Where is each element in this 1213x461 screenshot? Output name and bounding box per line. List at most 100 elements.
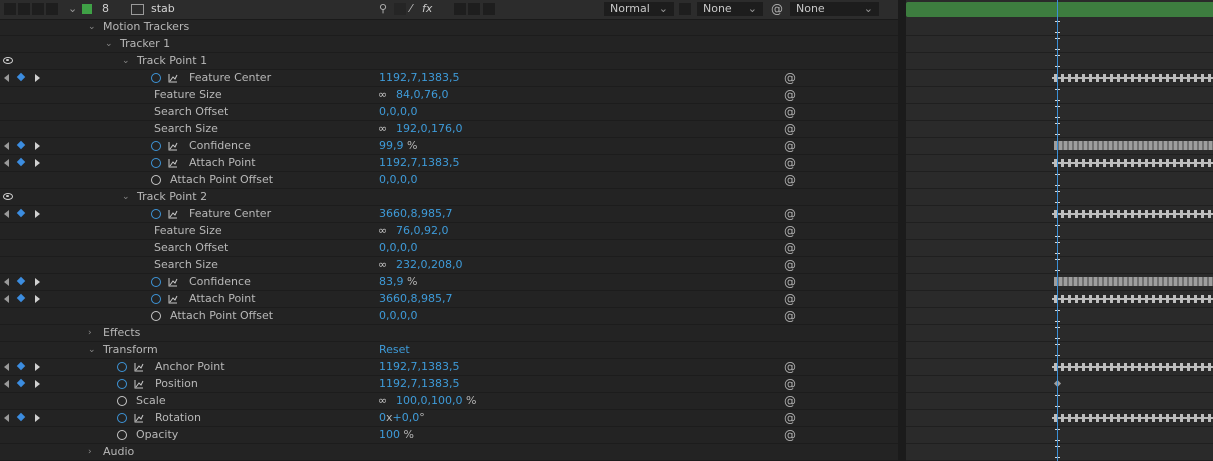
group-row[interactable]: ⌄ Tracker 1 xyxy=(0,36,898,53)
next-keyframe-icon[interactable] xyxy=(35,380,40,388)
switch-box[interactable] xyxy=(394,3,406,15)
keyframe-diamond-icon[interactable] xyxy=(16,140,26,150)
keyframe-navigator[interactable] xyxy=(4,291,40,307)
keyframe-navigator[interactable] xyxy=(4,70,40,86)
next-keyframe-icon[interactable] xyxy=(35,414,40,422)
property-row[interactable]: Feature Center 1192,7,1383,5 @ xyxy=(0,70,898,87)
expression-pickwhip-icon[interactable]: @ xyxy=(784,155,796,171)
property-row[interactable]: Opacity 100 % @ xyxy=(0,427,898,444)
keyframe-track[interactable] xyxy=(1052,363,1213,371)
graph-icon[interactable] xyxy=(134,362,144,372)
property-row[interactable]: Feature Size ∞ 84,0,76,0 @ xyxy=(0,87,898,104)
expand-chevron-icon[interactable]: ⌄ xyxy=(88,19,96,35)
stopwatch-icon[interactable] xyxy=(151,209,161,219)
graph-icon[interactable] xyxy=(168,141,178,151)
keyframe-track[interactable] xyxy=(1052,159,1213,167)
property-value[interactable]: 1192,7,1383,5 xyxy=(379,359,459,375)
video-switch[interactable] xyxy=(4,3,16,15)
switch-box[interactable] xyxy=(468,3,480,15)
prev-keyframe-icon[interactable] xyxy=(4,363,9,371)
property-value[interactable]: 0,0,0,0 xyxy=(379,172,417,188)
property-row[interactable]: Confidence 83,9 % @ xyxy=(0,274,898,291)
expression-pickwhip-icon[interactable]: @ xyxy=(784,138,796,154)
property-value[interactable]: 100 xyxy=(379,428,400,441)
expression-pickwhip-icon[interactable]: @ xyxy=(784,121,796,137)
preserve-transparency-switch[interactable] xyxy=(679,3,691,15)
property-value[interactable]: 1192,7,1383,5 xyxy=(379,376,459,392)
reset-link[interactable]: Reset xyxy=(379,342,410,358)
next-keyframe-icon[interactable] xyxy=(35,363,40,371)
expression-pickwhip-icon[interactable]: @ xyxy=(784,359,796,375)
expression-pickwhip-icon[interactable]: @ xyxy=(784,87,796,103)
prev-keyframe-icon[interactable] xyxy=(4,142,9,150)
parent-dropdown[interactable]: None ⌄ xyxy=(790,2,879,16)
stopwatch-icon[interactable] xyxy=(151,73,161,83)
graph-icon[interactable] xyxy=(168,209,178,219)
group-row[interactable]: ⌄ Transform Reset xyxy=(0,342,898,359)
timeline-row[interactable] xyxy=(906,359,1213,376)
keyframe-diamond-icon[interactable] xyxy=(16,378,26,388)
property-row[interactable]: Feature Center 3660,8,985,7 @ xyxy=(0,206,898,223)
property-value[interactable]: 0,0,0,0 xyxy=(379,104,417,120)
property-value[interactable]: 100,0,100,0 xyxy=(396,394,462,407)
keyframe-track[interactable] xyxy=(1052,295,1213,303)
property-row[interactable]: Attach Point 1192,7,1383,5 @ xyxy=(0,155,898,172)
keyframe-navigator[interactable] xyxy=(4,206,40,222)
property-row[interactable]: Scale ∞ 100,0,100,0 % @ xyxy=(0,393,898,410)
graph-icon[interactable] xyxy=(134,379,144,389)
blend-mode-dropdown[interactable]: Normal ⌄ xyxy=(604,2,674,16)
next-keyframe-icon[interactable] xyxy=(35,74,40,82)
prev-keyframe-icon[interactable] xyxy=(4,380,9,388)
property-value[interactable]: 76,0,92,0 xyxy=(396,223,448,239)
property-row[interactable]: Anchor Point 1192,7,1383,5 @ xyxy=(0,359,898,376)
group-row[interactable]: ⌄ Track Point 2 xyxy=(0,189,898,206)
property-row[interactable]: Search Offset 0,0,0,0 @ xyxy=(0,240,898,257)
timeline-row[interactable] xyxy=(906,155,1213,172)
panel-divider[interactable] xyxy=(898,0,906,461)
layer-header-row[interactable]: ⌄ 8 stab ⚲ ⁄ fx Normal ⌄ None ⌄ @ None ⌄ xyxy=(0,0,898,20)
keyframe-navigator[interactable] xyxy=(4,376,40,392)
link-icon[interactable]: ∞ xyxy=(378,257,387,273)
property-row[interactable]: Attach Point Offset 0,0,0,0 @ xyxy=(0,172,898,189)
switch-box[interactable] xyxy=(483,3,495,15)
eye-icon[interactable] xyxy=(3,193,13,200)
group-row[interactable]: › Audio xyxy=(0,444,898,461)
link-icon[interactable]: ∞ xyxy=(378,223,387,239)
timeline-row[interactable] xyxy=(906,410,1213,427)
keyframe-diamond-icon[interactable] xyxy=(16,293,26,303)
keyframe-diamond-icon[interactable] xyxy=(16,276,26,286)
keyframe-diamond-icon[interactable] xyxy=(16,361,26,371)
prev-keyframe-icon[interactable] xyxy=(4,74,9,82)
expand-chevron-icon[interactable]: ⌄ xyxy=(68,1,77,17)
stopwatch-icon[interactable] xyxy=(151,175,161,185)
lock-switch[interactable] xyxy=(46,3,58,15)
keyframe-diamond-icon[interactable] xyxy=(16,412,26,422)
property-value[interactable]: 0,0,0,0 xyxy=(379,308,417,324)
timeline-panel[interactable] xyxy=(906,0,1213,461)
keyframe-navigator[interactable] xyxy=(4,138,40,154)
pickwhip-icon[interactable]: @ xyxy=(771,1,783,17)
graph-icon[interactable] xyxy=(168,158,178,168)
group-row[interactable]: ⌄ Motion Trackers xyxy=(0,19,898,36)
solo-switch[interactable] xyxy=(32,3,44,15)
stopwatch-icon[interactable] xyxy=(117,430,127,440)
property-row[interactable]: Feature Size ∞ 76,0,92,0 @ xyxy=(0,223,898,240)
next-keyframe-icon[interactable] xyxy=(35,159,40,167)
keyframe-track[interactable] xyxy=(1052,210,1213,218)
timeline-row[interactable] xyxy=(906,291,1213,308)
track-matte-dropdown[interactable]: None ⌄ xyxy=(697,2,763,16)
property-row[interactable]: Rotation 0x+0,0° @ xyxy=(0,410,898,427)
keyframe-track[interactable] xyxy=(1052,414,1213,422)
property-row[interactable]: Search Size ∞ 192,0,176,0 @ xyxy=(0,121,898,138)
property-row[interactable]: Attach Point 3660,8,985,7 @ xyxy=(0,291,898,308)
stopwatch-icon[interactable] xyxy=(117,413,127,423)
property-value[interactable]: 192,0,176,0 xyxy=(396,121,462,137)
expression-pickwhip-icon[interactable]: @ xyxy=(784,427,796,443)
expression-pickwhip-icon[interactable]: @ xyxy=(784,308,796,324)
keyframe-diamond-icon[interactable] xyxy=(16,208,26,218)
expand-chevron-icon[interactable]: ⌄ xyxy=(88,342,96,358)
keyframe-navigator[interactable] xyxy=(4,274,40,290)
group-row[interactable]: ⌄ Track Point 1 xyxy=(0,53,898,70)
property-value[interactable]: 84,0,76,0 xyxy=(396,87,448,103)
rotation-degrees[interactable]: +0,0 xyxy=(393,411,420,424)
